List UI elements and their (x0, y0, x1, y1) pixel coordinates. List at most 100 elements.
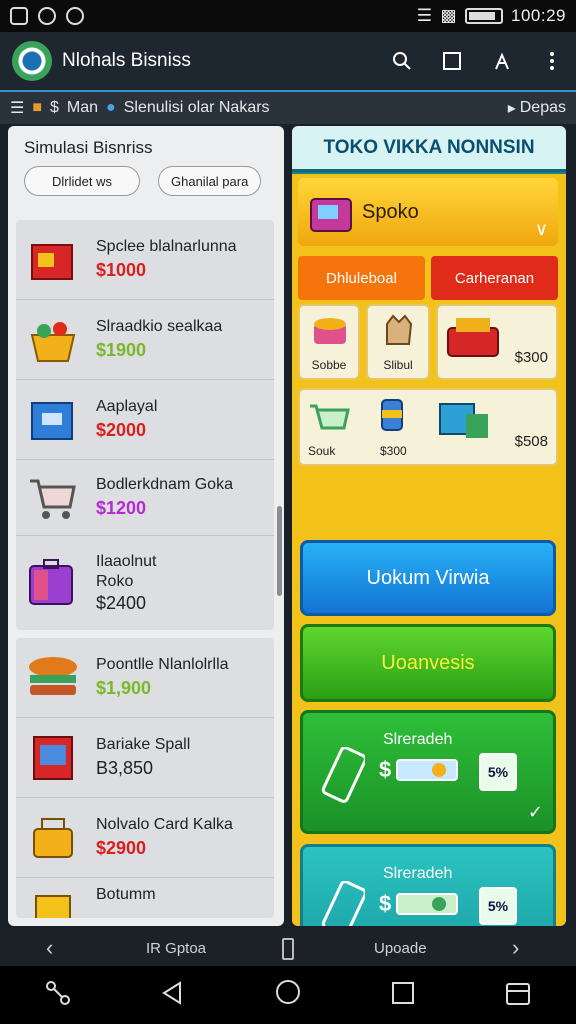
shop-register-icon (310, 198, 352, 232)
back-icon[interactable] (160, 980, 186, 1011)
product-caption: $300 (514, 349, 548, 366)
list-item[interactable]: Nolvalo Card Kalka $2900 (16, 798, 274, 878)
item-name: Slraadkio sealkaa (96, 318, 223, 335)
shop-panel: TOKO VIKKA NONNSIN Spoko ∨ Dhluleboal Ca… (292, 126, 566, 926)
document-icon[interactable] (282, 938, 294, 960)
product-cell[interactable]: Slibul (366, 304, 430, 380)
product-grid: Sobbe Slibul $300 Souk $300 $508 (298, 304, 558, 466)
shop-icon: ■ (32, 99, 43, 116)
burger-icon (26, 651, 80, 705)
list-item[interactable]: Bodlerkdnam Goka $1200 (16, 460, 274, 536)
shopping-cart-icon (26, 471, 80, 525)
search-icon[interactable] (390, 49, 414, 73)
check-icon: ✓ (527, 802, 543, 822)
shopping-basket-icon (310, 404, 350, 430)
banknote-icon (396, 759, 459, 781)
phone-icon (321, 881, 365, 926)
list-item[interactable]: Aaplayal $2000 (16, 380, 274, 460)
item-price: $2000 (96, 420, 147, 440)
product-cell[interactable]: Souk $300 $508 (298, 388, 558, 466)
breadcrumb-item-current[interactable]: Slenulisi olar Nakars (124, 99, 270, 117)
status-bar: ☰ ▩ 100:29 (0, 0, 576, 32)
list-item[interactable]: Poontlle Nlanlolrlla $1,900 (16, 638, 274, 718)
item-price: B3,850 (96, 758, 154, 778)
currency-label: $ (379, 891, 392, 916)
suitcase-icon (26, 556, 80, 610)
keyboard-icon[interactable] (504, 979, 532, 1012)
more-vert-icon[interactable] (540, 49, 564, 73)
item-name: Nolvalo Card Kalka (96, 816, 233, 833)
menu-icon[interactable]: ☰ (10, 98, 24, 118)
share-icon[interactable] (490, 49, 514, 73)
app-bar: Nlohals Bisniss (0, 32, 576, 90)
fruit-basket-icon (26, 313, 80, 367)
product-caption: $300 (380, 444, 407, 458)
offer-title: Slreradeh (383, 865, 453, 882)
item-name-line2: Roko (96, 572, 134, 590)
item-price: $2400 (96, 592, 147, 613)
phone-icon (321, 747, 365, 803)
cart-box-icon (26, 811, 80, 865)
breadcrumb: ☰ ■ $ Man ● Slenulisi olar Nakars ▸ Depa… (0, 90, 576, 124)
tab-dhluleboal[interactable]: Dhluleboal (298, 256, 425, 300)
item-price: $1,900 (96, 678, 152, 698)
list-item[interactable]: Bariake Spall B3,850 (16, 718, 274, 798)
list-item[interactable]: Spclee blalnarlunna $1000 (16, 220, 274, 300)
depas-link[interactable]: ▸ Depas (508, 98, 566, 118)
gift-icon (26, 886, 80, 918)
coin-icon: $ (50, 99, 59, 116)
clock: 100:29 (511, 6, 566, 25)
filter-right-button[interactable]: Ghanilal para (158, 166, 262, 196)
system-navigation-bar (0, 966, 576, 1024)
discount-badge: 5% (479, 753, 517, 791)
app-notification-icon (10, 7, 28, 25)
upgrade-virtual-button[interactable]: Uokum Virwia (300, 540, 556, 616)
recents-icon[interactable] (390, 980, 416, 1011)
tab-carheranan[interactable]: Carheranan (431, 256, 558, 300)
list-item[interactable]: Botumm (16, 878, 274, 918)
globe-icon: ● (106, 99, 116, 116)
cake-icon (314, 318, 346, 344)
filter-left-button[interactable]: Dlrlidet ws (24, 166, 140, 196)
main-content: Simulasi Bisnriss Dlrlidet ws Ghanilal p… (0, 124, 576, 930)
scrollbar[interactable] (277, 506, 282, 596)
shop-selector[interactable]: Spoko ∨ (298, 178, 558, 246)
list-item[interactable]: Slraadkio sealkaa $1900 (16, 300, 274, 380)
chevron-right-icon[interactable]: › (512, 935, 519, 961)
chevron-left-icon[interactable]: ‹ (46, 935, 53, 961)
list-item[interactable]: Ilaaolnut Roko $2400 (16, 536, 274, 630)
window-icon[interactable] (440, 49, 464, 73)
chevron-down-icon[interactable]: ∨ (535, 219, 548, 240)
home-icon[interactable] (274, 979, 302, 1012)
options-button[interactable]: IR Gptoa (146, 940, 206, 957)
can-icon (381, 399, 403, 431)
update-button[interactable]: Upoade (374, 940, 427, 957)
list-group: Poontlle Nlanlolrlla $1,900 Bariake Spal… (16, 638, 274, 918)
item-name: Ilaaolnut (96, 552, 157, 570)
product-cell[interactable]: Sobbe (298, 304, 360, 380)
list-group: Spclee blalnarlunna $1000 Slraadkio seal… (16, 220, 274, 630)
apps-icon[interactable] (44, 979, 72, 1012)
offer-card[interactable]: Slreradeh $ 5% ✓ (300, 710, 556, 834)
panel-title: Simulasi Bisnriss (24, 138, 153, 157)
item-name: Spclee blalnarlunna (96, 238, 237, 255)
discount-badge: 5% (479, 887, 517, 925)
item-price: $1200 (96, 498, 147, 518)
play-icon: ▸ (507, 100, 516, 117)
product-caption: Sobbe (311, 358, 347, 372)
solar-panel-icon (439, 403, 488, 438)
shop-panel-title: TOKO VIKKA NONNSIN (292, 126, 566, 172)
signal-icon: ▩ (440, 6, 457, 25)
app-title: Nlohals Bisniss (62, 50, 191, 71)
offer-title: Slreradeh (383, 731, 453, 748)
investments-button[interactable]: Uoanvesis (300, 624, 556, 702)
offer-card[interactable]: Slreradeh $ 5% ✓ (300, 844, 556, 926)
business-list-panel: Simulasi Bisnriss Dlrlidet ws Ghanilal p… (8, 126, 284, 926)
product-caption: Souk (308, 444, 336, 458)
product-cell[interactable]: $300 (436, 304, 558, 380)
product-caption: $508 (514, 433, 548, 450)
breadcrumb-item-main[interactable]: Man (67, 99, 98, 117)
book-icon (26, 731, 80, 785)
blue-box-icon (26, 393, 80, 447)
currency-label: $ (379, 757, 392, 782)
